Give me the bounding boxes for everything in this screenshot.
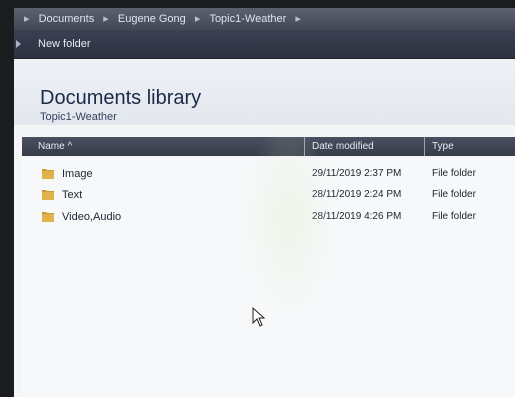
- file-name: Image: [62, 168, 93, 180]
- folder-icon: [42, 212, 54, 222]
- folder-icon: [42, 190, 54, 200]
- file-date: 29/11/2019 2:37 PM: [312, 168, 402, 179]
- breadcrumb[interactable]: ▸ Documents ▸ Eugene Gong ▸ Topic1-Weath…: [14, 8, 515, 30]
- library-subtitle: Topic1-Weather: [40, 111, 117, 123]
- file-name: Video,Audio: [62, 211, 122, 223]
- file-row[interactable]: Image 29/11/2019 2:37 PM File folder: [22, 164, 515, 184]
- sort-arrow-icon: ^: [67, 141, 73, 152]
- column-header-row: Name ^ Date modified Type: [22, 137, 515, 156]
- column-header-name[interactable]: Name ^: [38, 137, 72, 156]
- folder-icon: [42, 169, 54, 179]
- toolbar: New folder: [14, 30, 515, 59]
- file-row[interactable]: Video,Audio 28/11/2019 4:26 PM File fold…: [22, 207, 515, 227]
- column-header-type[interactable]: Type: [432, 137, 454, 156]
- mouse-cursor-icon: [252, 307, 266, 327]
- breadcrumb-item-documents[interactable]: Documents: [39, 8, 95, 30]
- breadcrumb-arrow-icon[interactable]: ▸: [195, 8, 201, 30]
- file-type: File folder: [432, 189, 476, 200]
- breadcrumb-arrow-icon[interactable]: ▸: [103, 8, 109, 30]
- file-type: File folder: [432, 211, 476, 222]
- column-header-name-label: Name: [38, 141, 65, 152]
- column-divider[interactable]: [304, 137, 305, 156]
- column-divider[interactable]: [424, 137, 425, 156]
- file-date: 28/11/2019 4:26 PM: [312, 211, 402, 222]
- column-header-date[interactable]: Date modified: [312, 137, 374, 156]
- file-type: File folder: [432, 168, 476, 179]
- file-name: Text: [62, 189, 83, 201]
- file-date: 28/11/2019 2:24 PM: [312, 189, 402, 200]
- library-title: Documents library: [40, 87, 202, 109]
- explorer-window: ▸ Documents ▸ Eugene Gong ▸ Topic1-Weath…: [14, 8, 515, 397]
- file-row[interactable]: Text 28/11/2019 2:24 PM File folder: [22, 185, 515, 205]
- breadcrumb-item-topic[interactable]: Topic1-Weather: [209, 8, 286, 30]
- breadcrumb-arrow-icon[interactable]: ▸: [295, 8, 301, 30]
- breadcrumb-item-user[interactable]: Eugene Gong: [118, 8, 186, 30]
- file-list: Image 29/11/2019 2:37 PM File folder Tex…: [22, 158, 515, 397]
- new-folder-button[interactable]: New folder: [38, 36, 91, 52]
- breadcrumb-arrow-icon[interactable]: ▸: [24, 8, 30, 30]
- nav-pane-arrow-icon[interactable]: [16, 40, 21, 48]
